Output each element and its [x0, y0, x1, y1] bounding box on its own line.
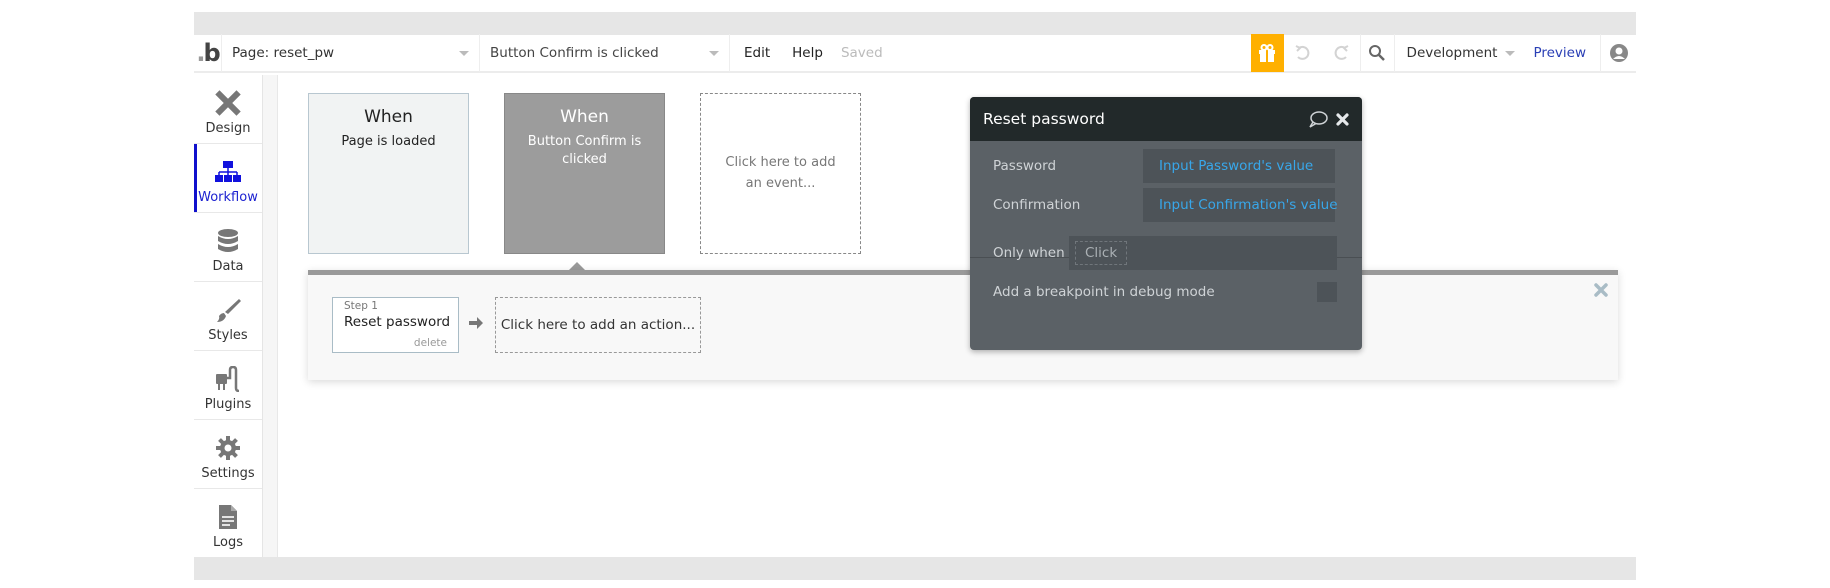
sidebar-item-styles[interactable]: Styles [194, 282, 262, 351]
design-icon [214, 89, 242, 117]
redo-button[interactable] [1322, 34, 1360, 72]
add-event-button[interactable]: Click here to add an event... [700, 93, 861, 254]
save-status: Saved [840, 45, 883, 61]
property-label: Confirmation [993, 197, 1081, 213]
sidebar-item-data[interactable]: Data [194, 213, 262, 282]
event-description: Button Confirm is clicked [527, 134, 642, 168]
left-sidebar: Design Workflow Data Styles Plugins Sett… [194, 75, 263, 558]
workflow-icon [214, 158, 242, 186]
gift-icon [1259, 44, 1276, 62]
password-expression-field[interactable]: Input Password's value [1143, 149, 1335, 183]
event-heading: When [560, 107, 609, 127]
property-label: Add a breakpoint in debug mode [993, 284, 1215, 300]
workflow-canvas: When Page is loaded When Button Confirm … [279, 75, 1636, 557]
undo-button[interactable] [1284, 34, 1322, 72]
property-label: Only when [993, 245, 1065, 261]
gear-icon [214, 434, 242, 462]
popup-title: Reset password [983, 110, 1105, 128]
top-browser-strip [194, 12, 1636, 35]
actions-panel: Step 1 Reset password delete Click here … [308, 270, 1618, 380]
sidebar-label: Styles [208, 328, 248, 343]
confirmation-expression-field[interactable]: Input Confirmation's value [1143, 188, 1338, 222]
sidebar-item-workflow[interactable]: Workflow [194, 144, 262, 213]
step-number: Step 1 [344, 300, 378, 312]
account-button[interactable] [1600, 34, 1636, 72]
property-row-password: Password Input Password's value [970, 148, 1362, 184]
sidebar-item-plugins[interactable]: Plugins [194, 351, 262, 420]
event-selector[interactable]: Button Confirm is clicked [480, 34, 730, 72]
user-avatar-icon [1609, 44, 1628, 62]
bubble-editor: .b Page: reset_pw Button Confirm is clic… [194, 12, 1636, 580]
chevron-down-icon [709, 50, 719, 56]
top-toolbar: .b Page: reset_pw Button Confirm is clic… [194, 34, 1636, 73]
step-delete-link[interactable]: delete [414, 337, 447, 349]
event-selector-value: Button Confirm is clicked [490, 45, 659, 61]
menu-help[interactable]: Help [784, 45, 837, 61]
event-card-selected[interactable]: When Button Confirm is clicked [504, 93, 665, 254]
sidebar-label: Workflow [198, 190, 258, 205]
sidebar-item-logs[interactable]: Logs [194, 489, 262, 558]
popup-header: Reset password [970, 97, 1362, 141]
add-action-label: Click here to add an action... [500, 317, 696, 333]
comment-icon[interactable] [1308, 110, 1328, 128]
close-icon[interactable] [1594, 283, 1608, 297]
sidebar-label: Data [212, 259, 244, 274]
sidebar-label: Settings [201, 466, 255, 481]
environment-value: Development [1406, 45, 1498, 61]
sidebar-item-settings[interactable]: Settings [194, 420, 262, 489]
document-icon [214, 503, 242, 531]
close-icon[interactable] [1336, 112, 1349, 126]
chevron-down-icon [459, 50, 469, 56]
sidebar-label: Plugins [204, 397, 252, 412]
arrow-right-icon [469, 317, 483, 329]
menu-edit[interactable]: Edit [730, 45, 784, 61]
plug-icon [214, 365, 242, 393]
event-description: Page is loaded [341, 134, 436, 149]
add-event-label: Click here to add an event... [725, 154, 836, 191]
action-properties-popup: Reset password Password Input Password's… [970, 97, 1362, 350]
sidebar-label: Logs [213, 535, 243, 550]
property-row-breakpoint: Add a breakpoint in debug mode [970, 274, 1362, 310]
brush-icon [214, 296, 242, 324]
preview-link[interactable]: Preview [1525, 45, 1600, 61]
undo-icon [1295, 45, 1309, 60]
redo-icon [1334, 45, 1348, 60]
event-heading: When [364, 107, 413, 127]
chevron-down-icon [1505, 50, 1516, 56]
only-when-condition-field[interactable]: Click [1069, 236, 1337, 270]
property-label: Password [993, 158, 1057, 174]
sidebar-label: Design [205, 121, 251, 136]
bubble-logo[interactable]: .b [194, 34, 222, 72]
search-icon [1369, 45, 1385, 61]
gift-button[interactable] [1250, 34, 1284, 72]
bottom-browser-strip [194, 557, 1636, 580]
page-selector[interactable]: Page: reset_pw [222, 34, 480, 72]
breakpoint-checkbox[interactable] [1317, 282, 1337, 302]
database-icon [214, 227, 242, 255]
sidebar-resize-strip[interactable] [263, 75, 278, 557]
environment-selector[interactable]: Development [1395, 45, 1526, 61]
search-button[interactable] [1359, 34, 1395, 72]
page-selector-value: Page: reset_pw [232, 45, 335, 61]
action-step[interactable]: Step 1 Reset password delete [332, 297, 459, 353]
add-action-button[interactable]: Click here to add an action... [495, 297, 701, 353]
only-when-placeholder: Click [1075, 241, 1128, 265]
sidebar-item-design[interactable]: Design [194, 75, 262, 144]
event-card[interactable]: When Page is loaded [308, 93, 469, 254]
step-title: Reset password [344, 314, 451, 330]
property-row-confirmation: Confirmation Input Confirmation's value [970, 187, 1362, 223]
property-row-only-when: Only when Click [970, 235, 1362, 271]
